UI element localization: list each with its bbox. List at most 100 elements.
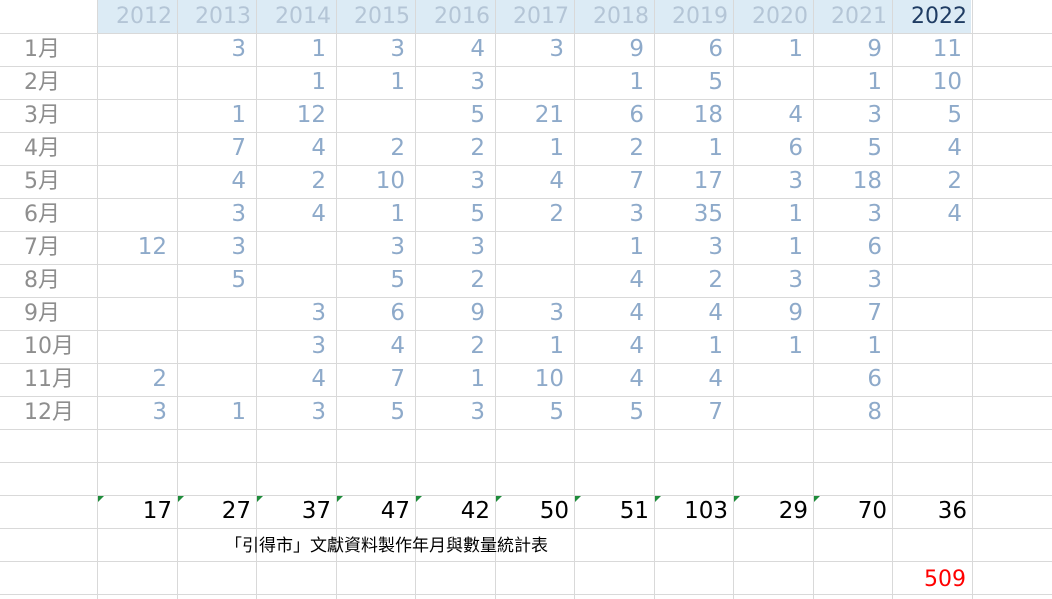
data-cell[interactable]: 5 [336,264,415,297]
data-cell[interactable]: 2 [97,363,177,396]
data-cell[interactable]: 1 [256,33,336,66]
data-cell[interactable]: 1 [495,132,574,165]
data-cell[interactable] [97,297,177,330]
data-cell[interactable]: 3 [256,396,336,429]
data-cell[interactable]: 1 [574,66,654,99]
month-label-cell[interactable]: 1月 [0,33,97,66]
year-header-cell[interactable]: 2019 [654,0,733,33]
data-cell[interactable] [97,33,177,66]
data-cell[interactable]: 21 [495,99,574,132]
data-cell[interactable] [256,264,336,297]
data-cell[interactable]: 7 [574,165,654,198]
month-label-cell[interactable]: 10月 [0,330,97,363]
year-header-cell[interactable]: 2021 [813,0,892,33]
data-cell[interactable]: 9 [813,33,892,66]
data-cell[interactable]: 5 [177,264,256,297]
data-cell[interactable] [177,363,256,396]
total-cell[interactable]: 36 [892,495,972,528]
data-cell[interactable]: 3 [256,330,336,363]
data-cell[interactable]: 5 [336,396,415,429]
data-cell[interactable]: 3 [813,198,892,231]
data-cell[interactable]: 1 [336,66,415,99]
data-cell[interactable] [97,132,177,165]
data-cell[interactable]: 4 [892,132,972,165]
data-cell[interactable] [733,363,813,396]
data-cell[interactable]: 1 [654,330,733,363]
data-cell[interactable]: 7 [177,132,256,165]
data-cell[interactable]: 6 [336,297,415,330]
data-cell[interactable]: 4 [256,132,336,165]
data-cell[interactable]: 3 [415,231,495,264]
data-cell[interactable]: 1 [415,363,495,396]
year-header-cell[interactable]: 2016 [415,0,495,33]
data-cell[interactable]: 1 [654,132,733,165]
data-cell[interactable]: 8 [813,396,892,429]
data-cell[interactable] [733,396,813,429]
data-cell[interactable] [892,264,972,297]
total-cell[interactable]: 17 [97,495,177,528]
data-cell[interactable]: 1 [733,33,813,66]
year-header-cell[interactable]: 2018 [574,0,654,33]
data-cell[interactable]: 12 [97,231,177,264]
month-label-cell[interactable]: 7月 [0,231,97,264]
data-cell[interactable]: 2 [892,165,972,198]
data-cell[interactable]: 4 [574,330,654,363]
data-cell[interactable] [892,363,972,396]
data-cell[interactable]: 5 [495,396,574,429]
data-cell[interactable]: 10 [336,165,415,198]
data-cell[interactable]: 4 [256,198,336,231]
data-cell[interactable]: 1 [256,66,336,99]
data-cell[interactable] [733,66,813,99]
grand-total-cell[interactable]: 509 [891,563,971,596]
data-cell[interactable]: 11 [892,33,972,66]
data-cell[interactable]: 1 [733,198,813,231]
total-cell[interactable]: 29 [733,495,813,528]
year-header-cell[interactable]: 2013 [177,0,256,33]
year-header-cell[interactable]: 2015 [336,0,415,33]
data-cell[interactable] [97,198,177,231]
table-caption[interactable]: 「引得市」文獻資料製作年月與數量統計表 [225,531,548,561]
data-cell[interactable]: 2 [256,165,336,198]
data-cell[interactable] [177,297,256,330]
data-cell[interactable]: 4 [336,330,415,363]
data-cell[interactable]: 7 [654,396,733,429]
month-label-cell[interactable]: 6月 [0,198,97,231]
data-cell[interactable]: 5 [415,198,495,231]
data-cell[interactable]: 7 [813,297,892,330]
data-cell[interactable]: 7 [336,363,415,396]
data-cell[interactable]: 1 [177,99,256,132]
data-cell[interactable]: 6 [654,33,733,66]
data-cell[interactable] [892,330,972,363]
data-cell[interactable]: 1 [177,396,256,429]
data-cell[interactable] [97,66,177,99]
data-cell[interactable]: 3 [813,99,892,132]
data-cell[interactable] [97,330,177,363]
data-cell[interactable]: 2 [415,132,495,165]
data-cell[interactable] [177,66,256,99]
data-cell[interactable]: 3 [177,231,256,264]
data-cell[interactable]: 5 [892,99,972,132]
data-cell[interactable] [892,231,972,264]
data-cell[interactable]: 3 [415,396,495,429]
data-cell[interactable]: 1 [813,330,892,363]
total-cell[interactable]: 42 [415,495,495,528]
data-cell[interactable]: 3 [654,231,733,264]
data-cell[interactable]: 5 [813,132,892,165]
data-cell[interactable]: 9 [733,297,813,330]
data-cell[interactable]: 3 [177,33,256,66]
data-cell[interactable]: 2 [336,132,415,165]
year-header-cell[interactable]: 2020 [733,0,813,33]
data-cell[interactable]: 4 [733,99,813,132]
data-cell[interactable]: 6 [813,363,892,396]
spreadsheet-grid[interactable]: 2012 2013 2014 2015 2016 2017 2018 2019 2020 2021… [0,0,1052,599]
data-cell[interactable]: 18 [813,165,892,198]
data-cell[interactable] [892,396,972,429]
data-cell[interactable]: 3 [813,264,892,297]
data-cell[interactable]: 3 [256,297,336,330]
data-cell[interactable]: 4 [654,363,733,396]
data-cell[interactable]: 6 [574,99,654,132]
data-cell[interactable] [256,231,336,264]
data-cell[interactable]: 10 [892,66,972,99]
data-cell[interactable]: 9 [574,33,654,66]
data-cell[interactable]: 17 [654,165,733,198]
